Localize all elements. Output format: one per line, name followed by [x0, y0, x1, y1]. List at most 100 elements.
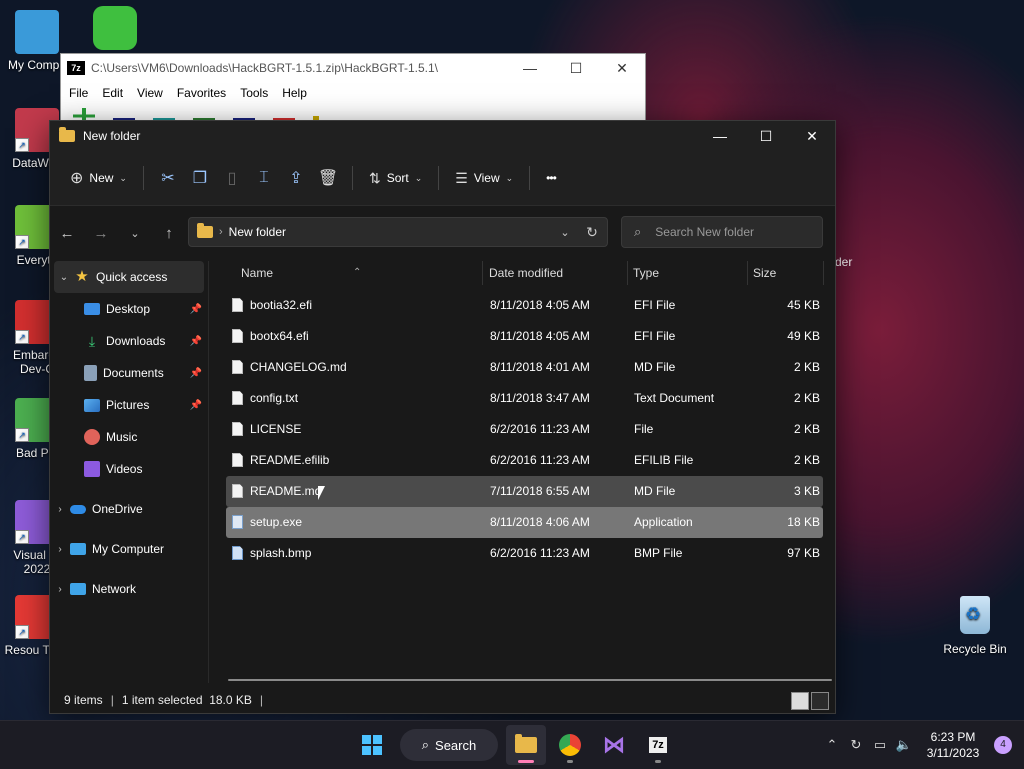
- tiles-view-button[interactable]: [811, 692, 829, 710]
- delete-icon[interactable]: 🗑: [312, 162, 344, 194]
- file-type: File: [634, 422, 654, 436]
- nav-desktop[interactable]: Desktop 📌: [50, 293, 208, 325]
- nav-label: Music: [106, 430, 138, 444]
- address-bar[interactable]: › New folder ⌄ ↻: [188, 217, 608, 247]
- monitor-icon[interactable]: ▭: [868, 737, 892, 753]
- taskbar-search-button[interactable]: ⌕ Search: [400, 729, 498, 761]
- details-view-button[interactable]: [791, 692, 809, 710]
- menu-tools[interactable]: Tools: [240, 86, 268, 100]
- window-title: New folder: [83, 129, 141, 143]
- file-row[interactable]: LICENSE 6/2/2016 11:23 AM File 2 KB: [226, 414, 823, 445]
- nav-quick-access[interactable]: ⌄ ★ Quick access: [54, 261, 204, 293]
- nav-documents[interactable]: Documents 📌: [50, 357, 208, 389]
- shortcut-arrow-icon: ↗: [15, 330, 29, 344]
- maximize-button[interactable]: ☐: [743, 121, 789, 151]
- paste-icon[interactable]: ▯: [216, 162, 248, 194]
- file-row[interactable]: config.txt 8/11/2018 3:47 AM Text Document…: [226, 383, 823, 414]
- share-icon[interactable]: ⇪: [280, 162, 312, 194]
- up-arrow-icon[interactable]: ↑: [152, 225, 186, 242]
- nav-videos[interactable]: Videos: [50, 453, 208, 485]
- 7zip-minimize-button[interactable]: —: [507, 60, 553, 77]
- notification-badge[interactable]: 4: [994, 736, 1012, 754]
- file-row[interactable]: README.efilib 6/2/2016 11:23 AM EFILIB Fil…: [226, 445, 823, 476]
- pin-icon[interactable]: 📌: [190, 400, 202, 411]
- cut-icon[interactable]: ✂: [152, 162, 184, 194]
- nav-pictures[interactable]: Pictures 📌: [50, 389, 208, 421]
- taskbar-7zip[interactable]: 7z: [638, 725, 678, 765]
- shortcut-arrow-icon: ↗: [15, 428, 29, 442]
- chevron-right-icon[interactable]: ›: [50, 504, 70, 515]
- chevron-down-icon[interactable]: ⌄: [54, 272, 74, 283]
- taskbar-file-explorer[interactable]: [506, 725, 546, 765]
- recent-locations-icon[interactable]: ⌄: [118, 227, 152, 240]
- desktop-partial-label: der: [835, 255, 853, 269]
- file-row[interactable]: README.md 7/11/2018 6:55 AM MD File 3 KB: [226, 476, 823, 507]
- search-box[interactable]: ⌕: [621, 216, 823, 248]
- file-row[interactable]: bootia32.efi 8/11/2018 4:05 AM EFI File 45 …: [226, 290, 823, 321]
- 7zip-maximize-button[interactable]: ☐: [553, 60, 599, 77]
- minimize-button[interactable]: —: [697, 121, 743, 151]
- chevron-right-icon[interactable]: ›: [50, 544, 70, 555]
- search-input[interactable]: [653, 224, 798, 240]
- music-icon: [84, 429, 100, 445]
- pin-icon[interactable]: 📌: [190, 304, 202, 315]
- 7zip-close-button[interactable]: ✕: [599, 60, 645, 77]
- file-size: 2 KB: [793, 360, 820, 374]
- chevron-right-icon[interactable]: ›: [50, 584, 70, 595]
- recycle-bin-icon[interactable]: Recycle Bin: [940, 596, 1010, 656]
- column-divider[interactable]: [747, 261, 748, 285]
- taskbar-visual-studio[interactable]: ⋈: [594, 725, 634, 765]
- pin-icon[interactable]: 📌: [190, 336, 202, 347]
- start-button[interactable]: [352, 725, 392, 765]
- column-name[interactable]: Name: [241, 261, 273, 285]
- nav-onedrive[interactable]: › OneDrive: [50, 493, 208, 525]
- chevron-down-icon: ⌄: [414, 172, 423, 183]
- recycle-bin-label: Recycle Bin: [943, 642, 1007, 656]
- sync-icon[interactable]: ↻: [844, 737, 868, 753]
- menu-view[interactable]: View: [137, 86, 163, 100]
- file-row[interactable]: splash.bmp 6/2/2016 11:23 AM BMP File 97 KB: [226, 538, 823, 569]
- folder-icon: [515, 734, 537, 753]
- horizontal-scrollbar[interactable]: [228, 679, 832, 681]
- explorer-titlebar[interactable]: New folder — ☐ ✕: [50, 121, 835, 151]
- refresh-icon[interactable]: ↻: [576, 224, 607, 241]
- file-row[interactable]: bootx64.efi 8/11/2018 4:05 AM EFI File 49 K…: [226, 321, 823, 352]
- volume-icon[interactable]: 🔈: [892, 737, 916, 753]
- file-explorer-window[interactable]: New folder — ☐ ✕ ⊕ New ⌄ ✂ ❐ ▯ ⌶ ⇪ 🗑 ⇅ S…: [49, 120, 836, 714]
- pin-icon[interactable]: 📌: [190, 368, 202, 379]
- rename-icon[interactable]: ⌶: [248, 162, 280, 194]
- nav-network[interactable]: › Network: [50, 573, 208, 605]
- column-divider[interactable]: [482, 261, 483, 285]
- file-row[interactable]: CHANGELOG.md 8/11/2018 4:01 AM MD File 2 KB: [226, 352, 823, 383]
- new-button[interactable]: ⊕ New ⌄: [62, 162, 135, 194]
- clock[interactable]: 6:23 PM 3/11/2023: [920, 729, 986, 761]
- computer-icon: [70, 543, 86, 555]
- nav-my-computer[interactable]: › My Computer: [50, 533, 208, 565]
- menu-favorites[interactable]: Favorites: [177, 86, 226, 100]
- forward-arrow-icon[interactable]: →: [84, 225, 118, 242]
- breadcrumb-new-folder[interactable]: New folder: [229, 225, 286, 239]
- column-size[interactable]: Size: [753, 261, 776, 285]
- column-divider[interactable]: [823, 261, 824, 285]
- column-type[interactable]: Type: [633, 261, 659, 285]
- more-options-button[interactable]: •••: [538, 162, 564, 194]
- view-button[interactable]: ☰ View ⌄: [447, 162, 521, 194]
- back-arrow-icon[interactable]: ←: [50, 225, 84, 242]
- file-row[interactable]: setup.exe 8/11/2018 4:06 AM Application 18 …: [226, 507, 823, 538]
- address-dropdown-icon[interactable]: ⌄: [554, 226, 576, 239]
- menu-edit[interactable]: Edit: [102, 86, 123, 100]
- sort-button[interactable]: ⇅ Sort ⌄: [361, 162, 430, 194]
- column-date-modified[interactable]: Date modified: [489, 261, 563, 285]
- launcher-shortcut[interactable]: [78, 6, 152, 54]
- 7zip-titlebar[interactable]: 7z C:\Users\VM6\Downloads\HackBGRT-1.5.1…: [61, 54, 645, 82]
- documents-icon: [84, 365, 97, 381]
- close-button[interactable]: ✕: [789, 121, 835, 151]
- taskbar-chrome[interactable]: [550, 725, 590, 765]
- nav-downloads[interactable]: ⤓ Downloads 📌: [50, 325, 208, 357]
- copy-icon[interactable]: ❐: [184, 162, 216, 194]
- column-divider[interactable]: [627, 261, 628, 285]
- chevron-up-icon[interactable]: ⌃: [820, 737, 844, 753]
- nav-music[interactable]: Music: [50, 421, 208, 453]
- menu-file[interactable]: File: [69, 86, 88, 100]
- menu-help[interactable]: Help: [282, 86, 307, 100]
